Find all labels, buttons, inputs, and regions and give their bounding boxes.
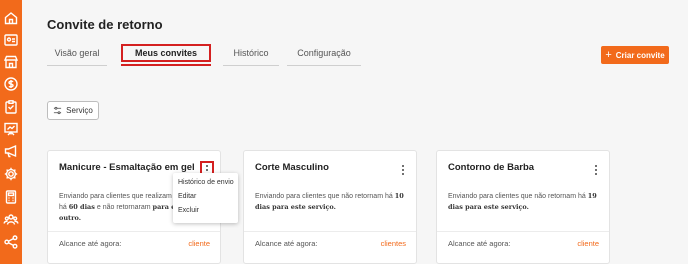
card-description: Enviando para clientes que não retornam …	[255, 191, 407, 213]
menu-item-editar[interactable]: Editar	[173, 190, 238, 204]
card-title: Contorno de Barba	[448, 162, 535, 173]
desc-text: Enviando para clientes que não retornam …	[448, 193, 588, 200]
service-filter-button[interactable]: Serviço	[47, 101, 99, 120]
reach-link[interactable]: cliente	[188, 239, 210, 248]
menu-item-historico-envio[interactable]: Histórico de envio	[173, 176, 238, 190]
tab-label: Meus convites	[134, 48, 198, 58]
card-title: Corte Masculino	[255, 162, 329, 173]
divider	[437, 231, 609, 232]
team-icon[interactable]	[3, 211, 19, 227]
store-icon[interactable]	[3, 54, 19, 70]
desc-highlight: dias para este serviço.	[448, 203, 529, 211]
tab-historico[interactable]: Histórico	[223, 44, 279, 66]
settings-icon[interactable]	[3, 166, 19, 182]
megaphone-icon[interactable]	[3, 143, 19, 159]
card-title: Manicure - Esmaltação em gel	[59, 162, 195, 173]
clipboard-icon[interactable]	[3, 99, 19, 115]
desc-highlight: outro.	[59, 214, 81, 222]
invite-card: Corte Masculino Enviando para clientes q…	[243, 150, 417, 264]
calculator-icon[interactable]	[3, 189, 19, 205]
divider	[244, 231, 416, 232]
menu-item-excluir[interactable]: Excluir	[173, 204, 238, 218]
more-options-icon[interactable]	[592, 164, 600, 176]
service-filter-label: Serviço	[66, 106, 93, 115]
tab-configuracao[interactable]: Configuração	[287, 44, 361, 66]
share-icon[interactable]	[3, 234, 19, 250]
sidebar	[0, 0, 22, 264]
desc-highlight: dias para este serviço.	[255, 203, 336, 211]
desc-highlight: 60 dias	[68, 203, 95, 211]
desc-text: há	[59, 204, 69, 211]
desc-highlight: 19	[587, 192, 597, 200]
card-options-menu: Histórico de envio Editar Excluir	[173, 173, 238, 223]
home-icon[interactable]	[3, 10, 19, 26]
tab-label: Histórico	[233, 48, 269, 58]
tab-label: Visão geral	[54, 48, 100, 58]
tab-active-underline	[121, 64, 211, 66]
reach-link[interactable]: clientes	[381, 239, 406, 248]
divider	[48, 231, 220, 232]
page-title: Convite de retorno	[47, 17, 163, 32]
reach-label: Alcance até agora:	[448, 239, 511, 248]
invite-card: Contorno de Barba Enviando para clientes…	[436, 150, 610, 264]
reach-label: Alcance até agora:	[255, 239, 318, 248]
tab-label: Configuração	[297, 48, 351, 58]
create-invite-label: Criar convite	[615, 50, 665, 60]
sliders-icon	[54, 106, 62, 115]
presentation-icon[interactable]	[3, 121, 19, 137]
create-invite-button[interactable]: + Criar convite	[601, 46, 669, 64]
plus-icon: +	[605, 49, 612, 61]
tab-visao-geral[interactable]: Visão geral	[47, 44, 107, 66]
tab-meus-convites[interactable]: Meus convites	[121, 44, 211, 66]
desc-text: e não retornaram	[94, 204, 153, 211]
reach-label: Alcance até agora:	[59, 239, 122, 248]
card-description: Enviando para clientes que não retornam …	[448, 191, 600, 213]
main-content: Convite de retorno Visão geral Meus conv…	[22, 0, 688, 264]
more-options-icon[interactable]	[399, 164, 407, 176]
id-card-icon[interactable]	[3, 32, 19, 48]
desc-text: Enviando para clientes que realizam e	[59, 193, 178, 200]
reach-link[interactable]: cliente	[577, 239, 599, 248]
desc-highlight: 10	[394, 192, 404, 200]
desc-text: Enviando para clientes que não retornam …	[255, 193, 395, 200]
dollar-icon[interactable]	[3, 76, 19, 92]
